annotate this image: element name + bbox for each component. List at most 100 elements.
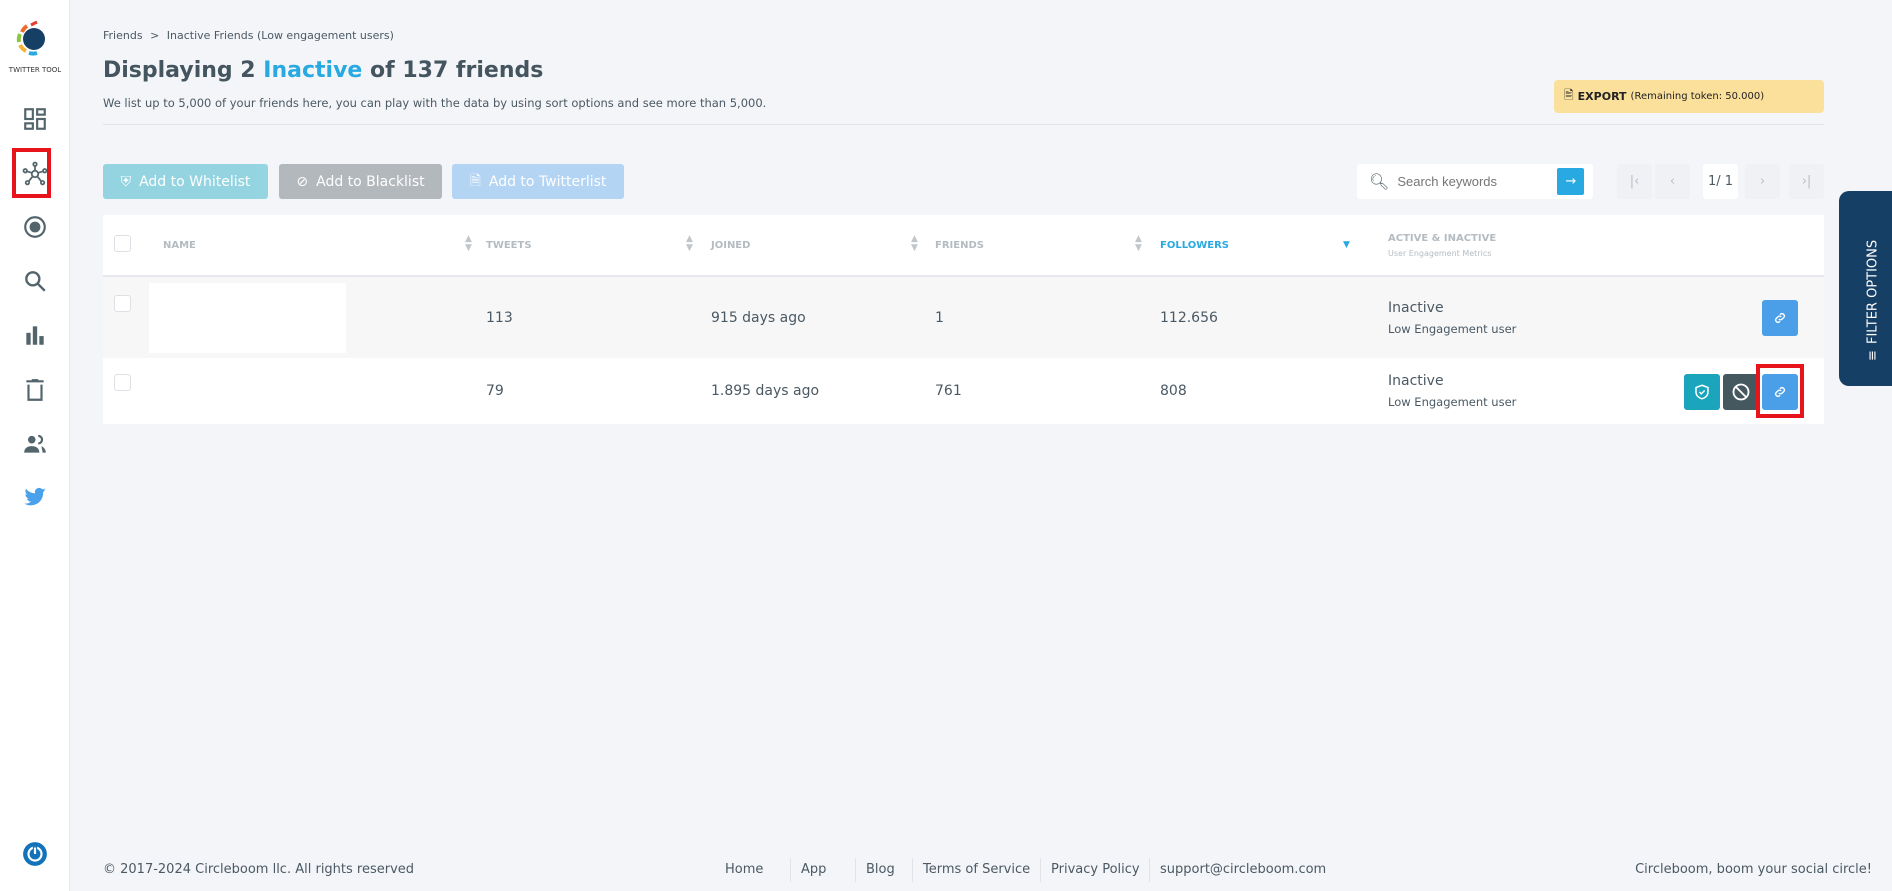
footer-copyright: © 2017-2024 Circleboom llc. All rights r… <box>103 862 415 877</box>
table-row: 79 1.895 days ago 761 808 Inactive Low En… <box>103 358 1824 424</box>
sidebar: TWITTER TOOL <box>0 0 70 891</box>
add-to-blacklist-button[interactable]: ⊘ Add to Blacklist <box>279 164 442 199</box>
link-icon <box>1775 313 1785 323</box>
footer-link-privacy[interactable]: Privacy Policy <box>1040 858 1150 882</box>
column-joined[interactable]: JOINED ▲ ▼ <box>711 215 935 277</box>
page-title: Displaying 2 Inactive of 137 friends <box>103 58 543 83</box>
target-icon[interactable] <box>19 211 51 243</box>
breadcrumb-current: Inactive Friends (Low engagement users) <box>166 29 394 42</box>
header-name: NAME <box>163 239 196 251</box>
twitterlist-label: Add to Twitterlist <box>488 173 607 190</box>
filter-options-tab[interactable]: ≡ FILTER OPTIONS <box>1839 191 1892 386</box>
page-subtitle: We list up to 5,000 of your friends here… <box>103 96 767 110</box>
twitter-icon[interactable] <box>19 481 51 513</box>
row-blacklist-button[interactable] <box>1723 374 1759 410</box>
sort-icon: ▲ ▼ <box>686 234 693 253</box>
sort-icon: ▲ ▼ <box>911 234 918 253</box>
add-to-whitelist-button[interactable]: ⛨ Add to Whitelist <box>103 164 268 199</box>
prev-page-button[interactable]: ‹ <box>1655 164 1690 199</box>
shield-check-icon <box>1695 384 1709 400</box>
logo-text: TWITTER TOOL <box>8 66 62 74</box>
dashboard-icon[interactable] <box>19 103 51 135</box>
sort-icon: ▲ ▼ <box>465 234 472 253</box>
status-label: Inactive <box>1388 299 1444 316</box>
next-page-button[interactable]: › <box>1745 164 1780 199</box>
tweets-cell: 113 <box>486 309 513 326</box>
friends-cell: 761 <box>935 383 962 399</box>
footer-link-support[interactable]: support@circleboom.com <box>1149 858 1336 882</box>
block-icon: ⊘ <box>296 173 309 190</box>
footer-link-terms[interactable]: Terms of Service <box>912 858 1040 882</box>
last-page-button[interactable]: ›| <box>1789 164 1824 199</box>
table-row: 113 915 days ago 1 112.656 Inactive Low E… <box>103 276 1824 358</box>
link-button-highlight <box>1756 364 1804 418</box>
search-submit-button[interactable]: → <box>1557 168 1585 195</box>
active-item-highlight <box>12 148 51 198</box>
list-add-icon: 🗎 <box>469 172 481 189</box>
title-prefix: Displaying 2 <box>103 58 264 83</box>
column-friends[interactable]: FRIENDS ▲ ▼ <box>935 215 1160 277</box>
export-label: EXPORT <box>1577 90 1627 103</box>
header-joined: JOINED <box>711 239 751 251</box>
search-icon: 🔍︎ <box>1369 172 1390 191</box>
block-icon <box>1732 383 1750 401</box>
friends-table: NAME ▲ ▼ TWEETS ▲ ▼ JOINED ▲ ▼ FRIENDS ▲ ▼ FOLLO… <box>103 215 1824 424</box>
breadcrumb: Friends > Inactive Friends (Low engageme… <box>103 29 394 42</box>
search-box: 🔍︎ → <box>1357 164 1593 199</box>
followers-cell: 808 <box>1160 383 1187 399</box>
header-tweets: TWEETS <box>486 239 532 251</box>
people-icon[interactable] <box>19 428 51 460</box>
user-profile-redacted[interactable] <box>149 282 346 353</box>
filter-icon: ≡ <box>1865 350 1881 361</box>
title-suffix: of 137 friends <box>362 58 544 83</box>
row-checkbox[interactable] <box>114 295 131 312</box>
search-input[interactable] <box>1397 174 1558 189</box>
footer-link-app[interactable]: App <box>790 858 836 882</box>
header-followers: FOLLOWERS <box>1160 239 1229 251</box>
sort-desc-icon: ▼ <box>1343 240 1350 250</box>
row-whitelist-button[interactable] <box>1684 374 1720 410</box>
divider <box>103 124 1824 125</box>
page-indicator: 1/ 1 <box>1703 164 1738 199</box>
followers-cell: 112.656 <box>1160 309 1218 326</box>
column-followers[interactable]: FOLLOWERS ▼ <box>1160 215 1388 277</box>
export-remaining: (Remaining token: 50.000) <box>1630 91 1765 102</box>
shield-check-icon: ⛨ <box>120 173 132 190</box>
column-status: ACTIVE & INACTIVE User Engagement Metrics <box>1388 215 1824 277</box>
circleboom-logo[interactable] <box>13 18 53 58</box>
export-button[interactable]: 🖹 EXPORT (Remaining token: 50.000) <box>1554 80 1824 113</box>
joined-cell: 915 days ago <box>711 309 806 326</box>
power-icon[interactable] <box>19 838 51 870</box>
bar-chart-icon[interactable] <box>19 319 51 351</box>
first-page-button[interactable]: |‹ <box>1617 164 1652 199</box>
header-status: ACTIVE & INACTIVE <box>1388 232 1497 244</box>
title-highlight: Inactive <box>263 58 363 83</box>
status-sub: Low Engagement user <box>1388 321 1517 336</box>
open-profile-link-button[interactable] <box>1762 300 1798 336</box>
breadcrumb-friends[interactable]: Friends <box>103 29 143 42</box>
whitelist-label: Add to Whitelist <box>139 173 251 190</box>
joined-cell: 1.895 days ago <box>711 383 820 399</box>
table-header: NAME ▲ ▼ TWEETS ▲ ▼ JOINED ▲ ▼ FRIENDS ▲ ▼ FOLLO… <box>103 215 1824 277</box>
friends-cell: 1 <box>935 309 944 326</box>
trash-icon[interactable] <box>19 374 51 406</box>
column-name[interactable]: NAME ▲ ▼ <box>163 215 486 277</box>
select-all-checkbox[interactable] <box>114 235 131 252</box>
tweets-cell: 79 <box>486 383 504 399</box>
add-to-twitterlist-button[interactable]: 🗎 Add to Twitterlist <box>452 164 624 199</box>
filter-options-content: ≡ FILTER OPTIONS <box>1865 211 1881 361</box>
header-friends: FRIENDS <box>935 239 984 251</box>
footer-link-home[interactable]: Home <box>715 858 773 882</box>
user-profile-redacted[interactable] <box>163 358 486 424</box>
breadcrumb-separator: > <box>150 29 160 42</box>
footer-link-blog[interactable]: Blog <box>855 858 905 882</box>
sort-icon: ▲ ▼ <box>1135 234 1142 253</box>
search-icon[interactable] <box>19 265 51 297</box>
column-tweets[interactable]: TWEETS ▲ ▼ <box>486 215 711 277</box>
row-checkbox[interactable] <box>114 374 131 391</box>
footer-tagline: Circleboom, boom your social circle! <box>1635 862 1872 877</box>
filter-options-label: FILTER OPTIONS <box>1865 239 1881 345</box>
blacklist-label: Add to Blacklist <box>316 173 425 190</box>
export-icon: 🖹 <box>1564 88 1574 102</box>
header-status-sub: User Engagement Metrics <box>1388 248 1492 258</box>
